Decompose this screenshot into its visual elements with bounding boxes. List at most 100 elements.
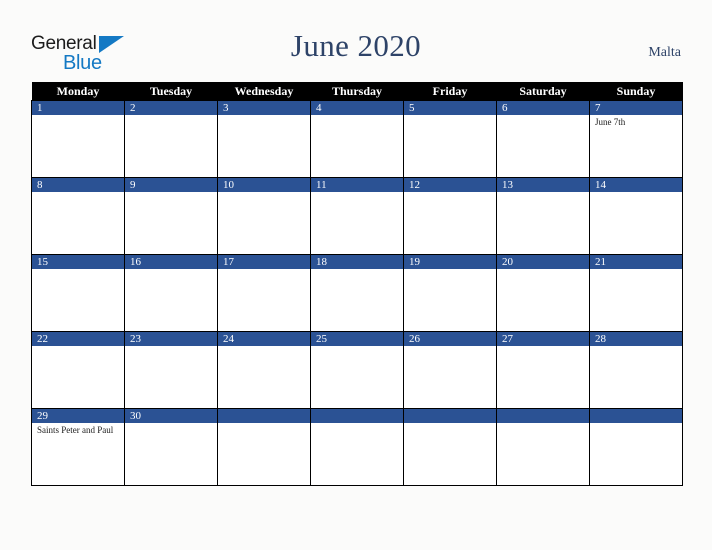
calendar-day-cell[interactable]: 6 (496, 100, 590, 178)
calendar-day-cell[interactable]: 20 (496, 254, 590, 332)
locale-label: Malta (648, 45, 681, 60)
calendar-day-cell[interactable]: 23 (124, 331, 218, 409)
calendar-week-row: 8 9 10 11 12 13 14 (31, 177, 683, 255)
day-number: 4 (311, 101, 403, 115)
day-number: 3 (218, 101, 310, 115)
day-events (218, 269, 310, 271)
calendar-day-cell[interactable]: 22 (31, 331, 125, 409)
page-title: June 2020 (290, 28, 422, 63)
day-event: June 7th (595, 117, 626, 127)
day-cell-inner: 12 (404, 178, 496, 254)
weekday-header-thursday: Thursday (310, 82, 404, 101)
weekday-header-wednesday: Wednesday (217, 82, 311, 101)
day-events: Saints Peter and Paul (32, 423, 124, 436)
calendar-day-cell[interactable]: 9 (124, 177, 218, 255)
calendar-day-cell[interactable]: 2 (124, 100, 218, 178)
calendar-day-cell[interactable]: 29 Saints Peter and Paul (31, 408, 125, 486)
day-events (218, 423, 310, 425)
calendar-body: 1 2 3 4 5 6 7 June 7th 8 9 10 11 12 13 14 15 16 17 18 19 20 2… (31, 100, 683, 486)
calendar-day-cell[interactable] (496, 408, 590, 486)
day-cell-inner: 6 (497, 101, 589, 177)
day-number: 7 (590, 101, 682, 115)
day-event: Saints Peter and Paul (37, 425, 114, 435)
calendar-day-cell[interactable] (403, 408, 497, 486)
day-number: 24 (218, 332, 310, 346)
day-cell-inner: 19 (404, 255, 496, 331)
calendar-grid: Monday Tuesday Wednesday Thursday Friday… (31, 82, 683, 486)
day-events (404, 346, 496, 348)
day-number: 2 (125, 101, 217, 115)
calendar-day-cell[interactable]: 1 (31, 100, 125, 178)
calendar-day-cell[interactable]: 14 (589, 177, 683, 255)
day-events (32, 346, 124, 348)
day-number: 26 (404, 332, 496, 346)
day-cell-inner (404, 409, 496, 485)
day-cell-inner: 28 (590, 332, 682, 408)
day-number: 21 (590, 255, 682, 269)
calendar-day-cell[interactable]: 25 (310, 331, 404, 409)
day-events (311, 115, 403, 117)
day-number: 27 (497, 332, 589, 346)
day-cell-inner: 26 (404, 332, 496, 408)
day-cell-inner (590, 409, 682, 485)
day-events (218, 192, 310, 194)
day-events (404, 192, 496, 194)
day-number (404, 409, 496, 423)
day-cell-inner: 11 (311, 178, 403, 254)
calendar-week-row: 22 23 24 25 26 27 28 (31, 331, 683, 409)
calendar-day-cell[interactable]: 28 (589, 331, 683, 409)
calendar-day-cell[interactable]: 5 (403, 100, 497, 178)
calendar-day-cell[interactable]: 10 (217, 177, 311, 255)
calendar-day-cell[interactable] (310, 408, 404, 486)
day-number: 12 (404, 178, 496, 192)
day-events (32, 269, 124, 271)
calendar-day-cell[interactable]: 12 (403, 177, 497, 255)
day-events (218, 115, 310, 117)
weekday-header-saturday: Saturday (496, 82, 590, 101)
day-cell-inner: 21 (590, 255, 682, 331)
day-number: 23 (125, 332, 217, 346)
calendar-day-cell[interactable] (217, 408, 311, 486)
day-events (311, 423, 403, 425)
day-events (311, 346, 403, 348)
day-number: 30 (125, 409, 217, 423)
day-events (311, 269, 403, 271)
day-number (218, 409, 310, 423)
calendar-day-cell[interactable] (589, 408, 683, 486)
calendar-day-cell[interactable]: 3 (217, 100, 311, 178)
calendar-day-cell[interactable]: 8 (31, 177, 125, 255)
day-events (125, 192, 217, 194)
day-number: 10 (218, 178, 310, 192)
calendar-day-cell[interactable]: 7 June 7th (589, 100, 683, 178)
day-events (497, 269, 589, 271)
calendar-day-cell[interactable]: 19 (403, 254, 497, 332)
day-cell-inner: 23 (125, 332, 217, 408)
day-events (125, 269, 217, 271)
page-header: General Blue June 2020 Malta (0, 0, 712, 82)
day-cell-inner: 13 (497, 178, 589, 254)
calendar-day-cell[interactable]: 26 (403, 331, 497, 409)
day-cell-inner: 3 (218, 101, 310, 177)
calendar-day-cell[interactable]: 15 (31, 254, 125, 332)
calendar-day-cell[interactable]: 11 (310, 177, 404, 255)
day-number (497, 409, 589, 423)
calendar-day-cell[interactable]: 24 (217, 331, 311, 409)
day-number (311, 409, 403, 423)
day-cell-inner: 15 (32, 255, 124, 331)
calendar-day-cell[interactable]: 27 (496, 331, 590, 409)
calendar-day-cell[interactable]: 13 (496, 177, 590, 255)
day-number: 1 (32, 101, 124, 115)
calendar-day-cell[interactable]: 17 (217, 254, 311, 332)
calendar-day-cell[interactable]: 30 (124, 408, 218, 486)
day-number: 29 (32, 409, 124, 423)
calendar-day-cell[interactable]: 18 (310, 254, 404, 332)
day-number: 28 (590, 332, 682, 346)
day-cell-inner: 4 (311, 101, 403, 177)
calendar-day-cell[interactable]: 4 (310, 100, 404, 178)
calendar-day-cell[interactable]: 16 (124, 254, 218, 332)
day-number: 5 (404, 101, 496, 115)
day-cell-inner: 9 (125, 178, 217, 254)
day-events (497, 423, 589, 425)
day-cell-inner: 27 (497, 332, 589, 408)
calendar-day-cell[interactable]: 21 (589, 254, 683, 332)
